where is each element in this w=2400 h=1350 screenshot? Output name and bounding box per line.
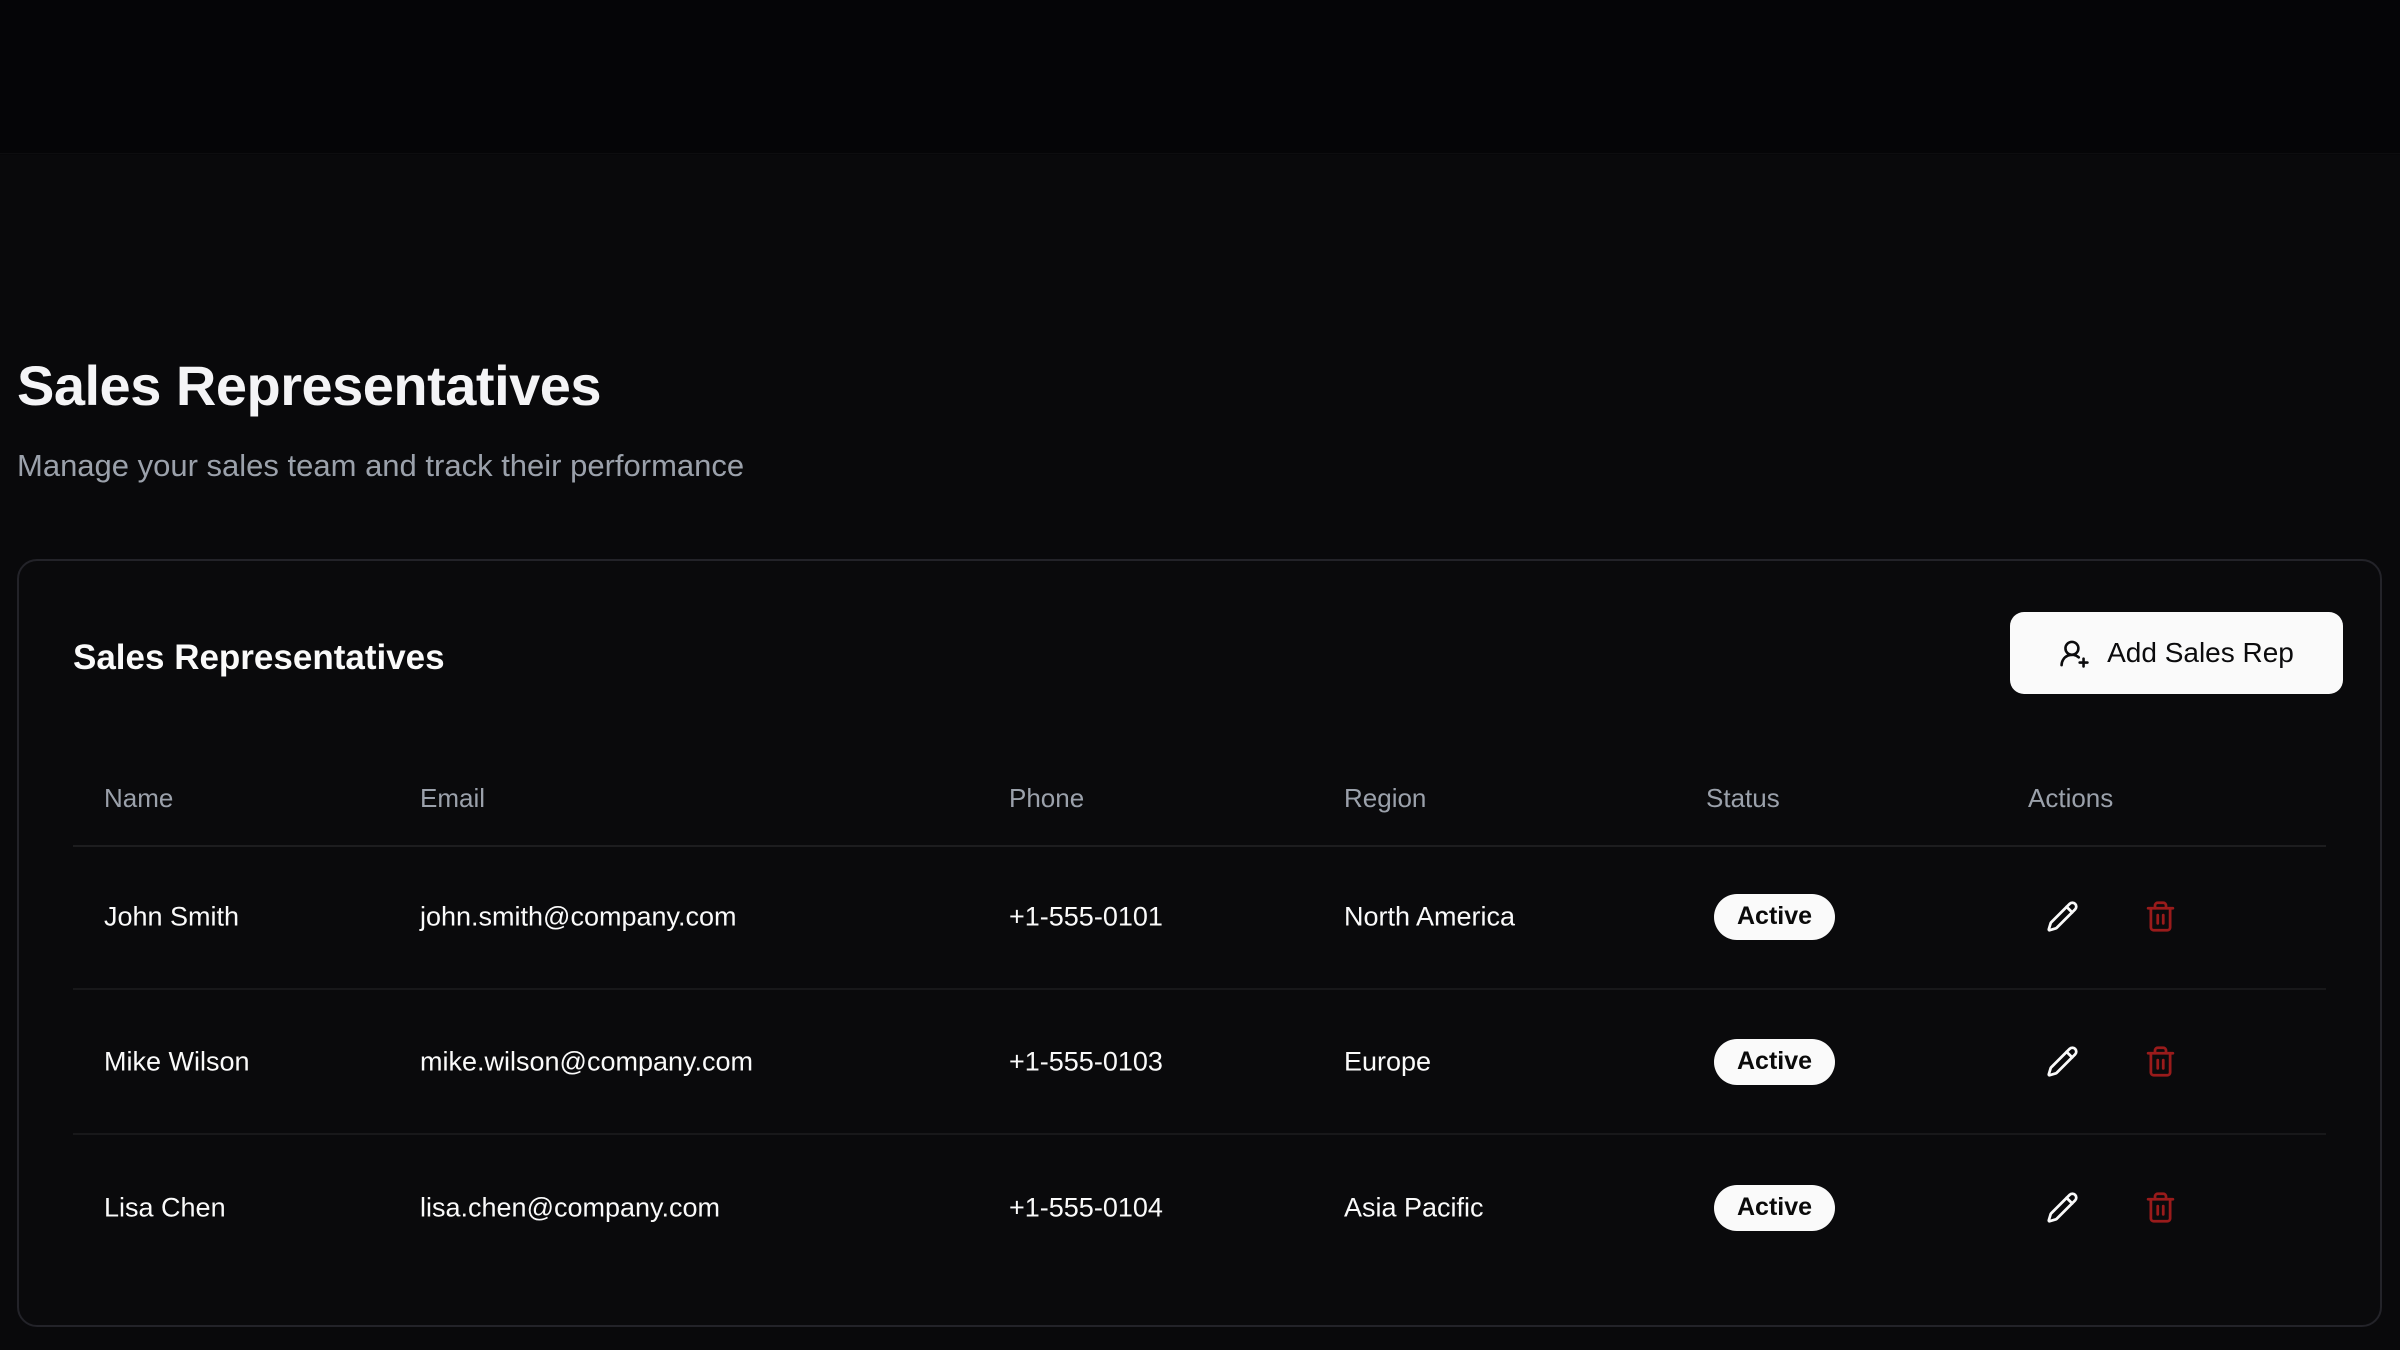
cell-phone: +1-555-0103 <box>1009 1046 1163 1077</box>
column-header-actions: Actions <box>2028 783 2113 814</box>
delete-button[interactable] <box>2126 1174 2194 1242</box>
cell-name: Mike Wilson <box>104 1046 250 1077</box>
top-nav-bar <box>0 0 2400 154</box>
pencil-icon <box>2046 1191 2079 1224</box>
trash-icon <box>2144 1191 2177 1224</box>
main-content: Sales Representatives Manage your sales … <box>0 155 2400 1350</box>
cell-email: lisa.chen@company.com <box>420 1192 720 1223</box>
table-row: Lisa Chen lisa.chen@company.com +1-555-0… <box>73 1135 2326 1280</box>
edit-button[interactable] <box>2028 1028 2096 1096</box>
cell-region: North America <box>1344 901 1515 932</box>
status-badge: Active <box>1714 1039 1835 1085</box>
cell-status: Active <box>1714 1185 1835 1231</box>
table-header-row: Name Email Phone Region Status Actions <box>73 561 2326 845</box>
sales-reps-card: Sales Representatives Add Sales Rep Name… <box>17 559 2382 1327</box>
pencil-icon <box>2046 900 2079 933</box>
table-row: Mike Wilson mike.wilson@company.com +1-5… <box>73 990 2326 1135</box>
delete-button[interactable] <box>2126 1028 2194 1096</box>
cell-phone: +1-555-0104 <box>1009 1192 1163 1223</box>
cell-status: Active <box>1714 1039 1835 1085</box>
delete-button[interactable] <box>2126 883 2194 951</box>
column-header-name: Name <box>104 783 173 814</box>
table-row: John Smith john.smith@company.com +1-555… <box>73 845 2326 990</box>
page-subtitle: Manage your sales team and track their p… <box>17 448 744 484</box>
cell-actions <box>2028 1174 2194 1242</box>
status-badge: Active <box>1714 894 1835 940</box>
cell-region: Europe <box>1344 1046 1431 1077</box>
cell-region: Asia Pacific <box>1344 1192 1484 1223</box>
cell-actions <box>2028 1028 2194 1096</box>
cell-actions <box>2028 883 2194 951</box>
status-badge: Active <box>1714 1185 1835 1231</box>
cell-name: Lisa Chen <box>104 1192 226 1223</box>
cell-name: John Smith <box>104 901 239 932</box>
cell-email: mike.wilson@company.com <box>420 1046 753 1077</box>
column-header-email: Email <box>420 783 485 814</box>
page-title: Sales Representatives <box>17 353 601 418</box>
column-header-region: Region <box>1344 783 1426 814</box>
cell-phone: +1-555-0101 <box>1009 901 1163 932</box>
column-header-status: Status <box>1706 783 1780 814</box>
trash-icon <box>2144 900 2177 933</box>
trash-icon <box>2144 1045 2177 1078</box>
edit-button[interactable] <box>2028 883 2096 951</box>
edit-button[interactable] <box>2028 1174 2096 1242</box>
cell-email: john.smith@company.com <box>420 901 737 932</box>
pencil-icon <box>2046 1045 2079 1078</box>
column-header-phone: Phone <box>1009 783 1084 814</box>
cell-status: Active <box>1714 894 1835 940</box>
table-body: John Smith john.smith@company.com +1-555… <box>73 845 2326 1280</box>
